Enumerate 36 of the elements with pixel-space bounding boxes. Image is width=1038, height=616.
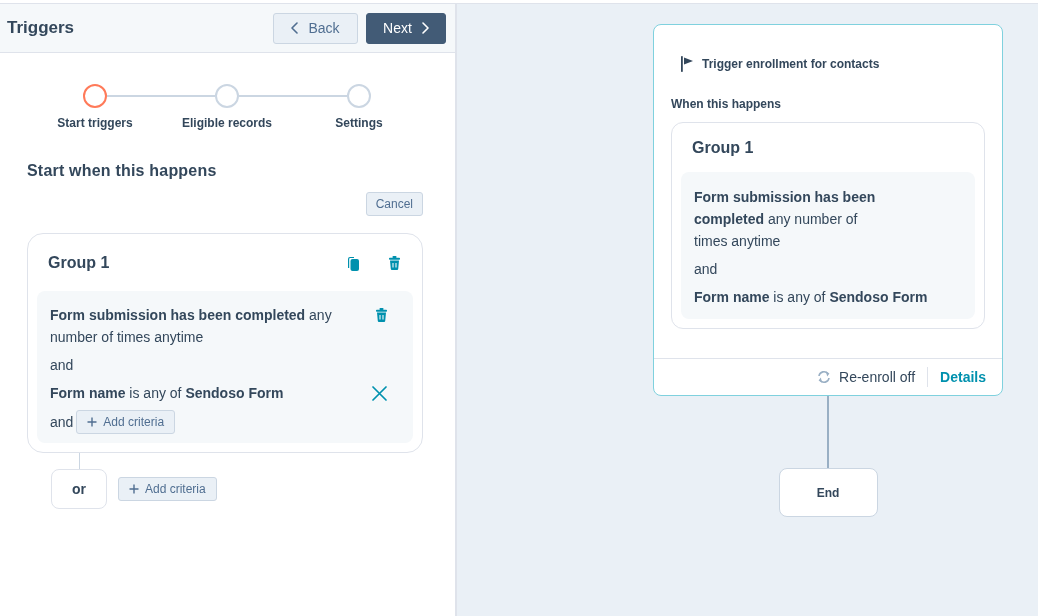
step-label: Settings: [335, 115, 383, 132]
connector-text: and: [50, 356, 74, 375]
panel-title: Triggers: [7, 17, 75, 40]
or-connector: or: [51, 469, 107, 509]
add-criteria-button[interactable]: Add criteria: [118, 477, 217, 501]
copy-icon[interactable]: [347, 255, 359, 271]
trigger-title: Trigger enrollment for contacts: [702, 56, 880, 73]
close-icon[interactable]: [372, 386, 387, 401]
end-node[interactable]: End: [778, 468, 878, 517]
chevron-right-icon: [421, 22, 429, 34]
refresh-icon: [817, 370, 832, 384]
step-label: Eligible records: [182, 115, 272, 132]
section-heading: Start when this happens: [27, 161, 217, 181]
next-button[interactable]: Next: [366, 12, 446, 44]
connector-text: and: [694, 260, 718, 279]
criteria-text: Form name is any of Sendoso Form: [50, 384, 284, 403]
criteria-text: Form name is any of Sendoso Form: [694, 288, 928, 307]
cancel-button[interactable]: Cancel: [365, 192, 423, 216]
criteria-text: Form submission has been completed any number of times anytime: [50, 306, 333, 347]
reenroll-status: Re-enroll off: [839, 367, 916, 387]
chevron-left-icon: [291, 22, 299, 34]
back-button[interactable]: Back: [273, 12, 358, 44]
add-criteria-button[interactable]: Add criteria: [76, 410, 176, 434]
trigger-subtitle: When this happens: [671, 96, 781, 113]
group-title: Group 1: [48, 253, 110, 273]
plus-icon: [129, 484, 139, 494]
flow-connector: [827, 396, 829, 468]
trash-icon[interactable]: [376, 308, 387, 322]
group-title: Group 1: [692, 138, 754, 158]
details-link[interactable]: Details: [940, 366, 986, 388]
step-label: Start triggers: [57, 115, 133, 132]
plus-icon: [87, 417, 98, 427]
connector-text: and: [50, 413, 74, 432]
flag-icon: [681, 56, 693, 72]
criteria-text: Form submission has been completed any number of times anytime: [694, 188, 877, 251]
trash-icon[interactable]: [389, 256, 400, 270]
